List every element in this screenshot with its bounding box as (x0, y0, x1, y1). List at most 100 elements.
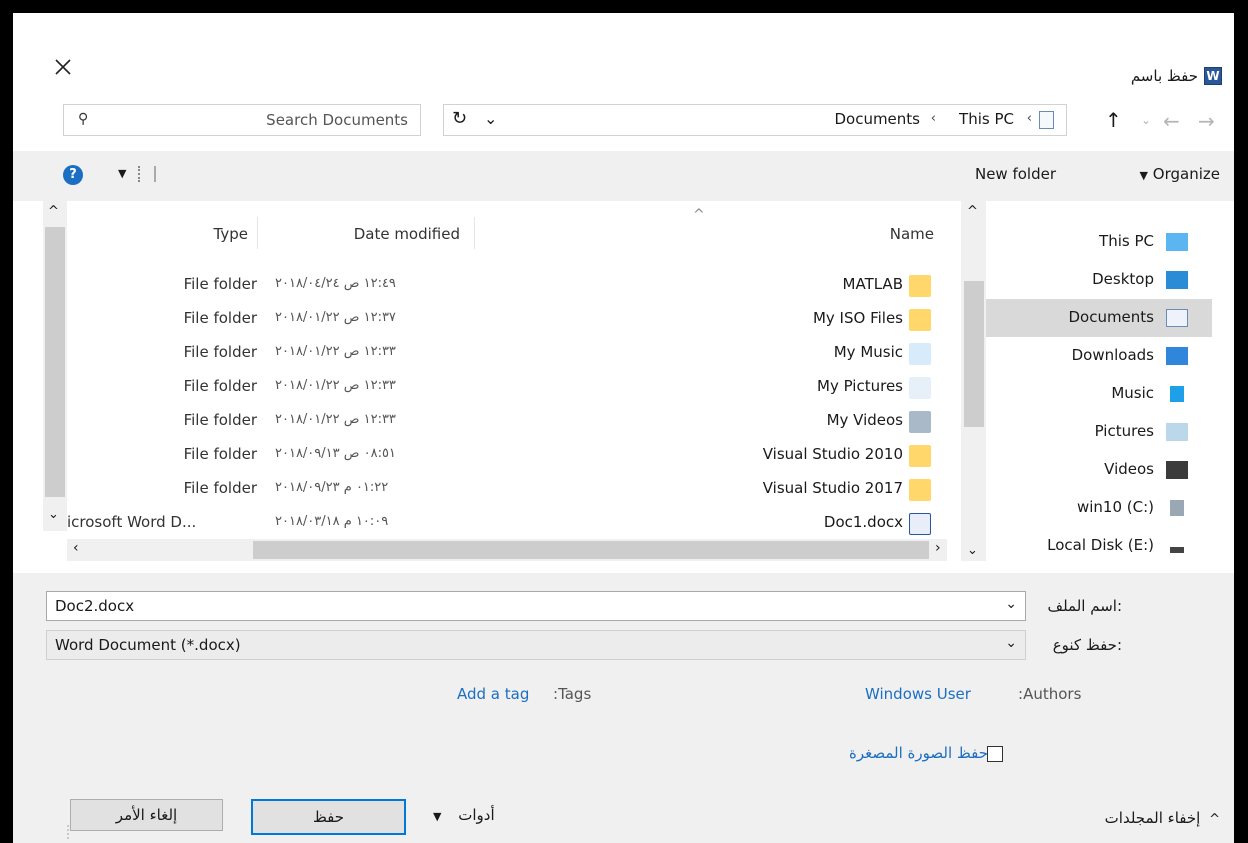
column-date-modified[interactable]: Date modified (354, 225, 460, 243)
savetype-value: Word Document (*.docx) (55, 636, 241, 654)
file-list-hscroll[interactable]: ‹ › (67, 539, 947, 561)
scroll-up-icon[interactable]: ^ (48, 204, 59, 219)
pictures-folder-icon (909, 377, 931, 399)
file-date: ١٢:٤٩ ص ٢٠١٨/٠٤/٢٤ (275, 276, 396, 291)
computer-icon (1166, 233, 1188, 251)
nav-item[interactable]: Music (986, 375, 1212, 413)
nav-item[interactable]: This PC (986, 223, 1212, 261)
folder-icon (909, 445, 931, 467)
resize-grip[interactable] (67, 825, 77, 839)
scroll-up-icon[interactable]: ^ (967, 204, 978, 219)
search-input[interactable]: ⚲ Search Documents (63, 104, 421, 136)
save-button[interactable]: حفظ (251, 799, 406, 835)
file-name: Visual Studio 2017 (762, 479, 903, 497)
scroll-right-icon[interactable]: › (935, 540, 941, 556)
address-dropdown-icon[interactable]: ⌄ (484, 109, 497, 128)
file-row[interactable]: Visual Studio 2010 ٠٨:٥١ ص ٢٠١٨/٠٩/١٣ File… (67, 439, 961, 473)
nav-item[interactable]: Pictures (986, 413, 1212, 451)
folder-icon (909, 275, 931, 297)
breadcrumb-documents[interactable]: Documents (834, 110, 920, 128)
tags-label: Tags: (553, 685, 592, 703)
command-bar: ▼ Organize New folder ? ▼ (13, 151, 1234, 201)
file-list-hscroll-thumb[interactable] (253, 541, 929, 559)
file-name: Visual Studio 2010 (762, 445, 903, 463)
close-button[interactable] (51, 55, 75, 79)
savetype-dropdown-icon[interactable]: ⌄ (1005, 635, 1017, 651)
nav-item[interactable]: Local Disk (E:) (986, 527, 1212, 565)
file-row[interactable]: My ISO Files ١٢:٣٧ ص ٢٠١٨/٠١/٢٢ File folde… (67, 303, 961, 337)
nav-item[interactable]: Downloads (986, 337, 1212, 375)
organize-label: Organize (1152, 165, 1220, 183)
file-row[interactable]: Visual Studio 2017 ٠١:٢٢ م ٢٠١٨/٠٩/٢٣ File… (67, 473, 961, 507)
file-date: ١٢:٣٧ ص ٢٠١٨/٠١/٢٢ (275, 310, 396, 325)
new-folder-button[interactable]: New folder (975, 165, 1056, 183)
nav-item-label: Local Disk (E:) (1047, 536, 1154, 554)
file-name: My Videos (826, 411, 903, 429)
address-bar[interactable]: ‹ This PC ‹ Documents ↻ ⌄ (443, 104, 1067, 136)
refresh-icon[interactable]: ↻ (452, 108, 467, 129)
file-row[interactable]: My Videos ١٢:٣٣ ص ٢٠١٨/٠١/٢٢ File folder (67, 405, 961, 439)
music-icon (1170, 386, 1184, 402)
help-icon[interactable]: ? (63, 165, 83, 185)
file-date: ٠١:٢٢ م ٢٠١٨/٠٩/٢٣ (275, 480, 389, 495)
file-date: ١٢:٣٣ ص ٢٠١٨/٠١/٢٢ (275, 344, 396, 359)
filename-value: Doc2.docx (55, 597, 135, 615)
breadcrumb-sep-1: ‹ (1026, 111, 1032, 126)
filename-dropdown-icon[interactable]: ⌄ (1005, 596, 1017, 612)
view-dropdown-icon[interactable]: ▼ (118, 167, 126, 180)
tools-menu[interactable]: ▼ أدوات (433, 806, 495, 824)
hide-folders-button[interactable]: إخفاء المجلدات ^ (1105, 809, 1220, 827)
file-row[interactable]: Doc1.docx ١٠:٠٩ م ٢٠١٨/٠٣/١٨ icrosoft Word… (67, 507, 961, 541)
close-icon (55, 59, 71, 75)
file-list: ^ ⌄ Name ^ Date modified Type MATLAB ١٢:٤… (43, 201, 986, 561)
filename-input[interactable]: Doc2.docx ⌄ (46, 591, 1026, 621)
nav-item-label: This PC (1099, 232, 1154, 250)
word-app-icon: W (1204, 67, 1222, 85)
column-type[interactable]: Type (214, 225, 248, 243)
column-name[interactable]: Name (890, 225, 934, 243)
back-arrow-icon[interactable]: ← (1163, 109, 1180, 133)
thumbnail-checkbox[interactable] (987, 746, 1003, 762)
file-type: File folder (183, 377, 257, 395)
save-as-dialog: W حفظ باسم → ← ⌄ ↑ ‹ This PC ‹ Documents… (13, 13, 1234, 843)
file-list-right-vscroll[interactable]: ^ ⌄ (961, 201, 986, 561)
nav-item[interactable]: Videos (986, 451, 1212, 489)
savetype-label: حفظ كنوع: (1052, 636, 1122, 654)
breadcrumb-this-pc[interactable]: This PC (959, 110, 1014, 128)
organize-menu[interactable]: ▼ Organize (1140, 165, 1220, 183)
scroll-down-icon[interactable]: ⌄ (967, 543, 978, 558)
recent-dropdown-icon[interactable]: ⌄ (1141, 113, 1151, 127)
tags-value[interactable]: Add a tag (457, 685, 529, 703)
nav-item[interactable]: win10 (C:) (986, 489, 1212, 527)
thumbnail-label[interactable]: حفظ الصورة المصغرة (849, 744, 988, 762)
up-arrow-icon[interactable]: ↑ (1105, 108, 1122, 132)
file-list-vscroll[interactable]: ^ ⌄ (43, 201, 67, 531)
column-divider[interactable] (257, 217, 258, 249)
file-list-vscroll-thumb[interactable] (45, 227, 65, 497)
savetype-select[interactable]: Word Document (*.docx) ⌄ (46, 630, 1026, 660)
view-details-icon[interactable] (138, 166, 156, 182)
save-options-panel: اسم الملف: Doc2.docx ⌄ حفظ كنوع: Word Do… (13, 573, 1234, 843)
file-row[interactable]: MATLAB ١٢:٤٩ ص ٢٠١٨/٠٤/٢٤ File folder (67, 269, 961, 303)
documents-small-icon (1039, 111, 1054, 129)
scroll-down-icon[interactable]: ⌄ (48, 507, 59, 522)
file-row[interactable]: My Music ١٢:٣٣ ص ٢٠١٨/٠١/٢٢ File folder (67, 337, 961, 371)
file-date: ١٢:٣٣ ص ٢٠١٨/٠١/٢٢ (275, 412, 396, 427)
file-row[interactable]: My Pictures ١٢:٣٣ ص ٢٠١٨/٠١/٢٢ File folder (67, 371, 961, 405)
folder-icon (909, 479, 931, 501)
file-name: Doc1.docx (823, 513, 903, 531)
cancel-button[interactable]: إلغاء الأمر (70, 799, 223, 831)
scroll-left-icon[interactable]: ‹ (73, 540, 79, 556)
nav-item[interactable]: Documents (986, 299, 1212, 337)
file-type: File folder (183, 445, 257, 463)
file-name: MATLAB (842, 275, 903, 293)
file-type: File folder (183, 411, 257, 429)
nav-item[interactable]: Desktop (986, 261, 1212, 299)
file-type: File folder (183, 309, 257, 327)
file-list-right-thumb[interactable] (964, 281, 984, 427)
forward-arrow-icon[interactable]: → (1198, 109, 1215, 133)
column-divider[interactable] (474, 217, 475, 249)
folder-icon (909, 309, 931, 331)
authors-value[interactable]: Windows User (865, 685, 971, 703)
filename-label: اسم الملف: (1047, 597, 1122, 615)
